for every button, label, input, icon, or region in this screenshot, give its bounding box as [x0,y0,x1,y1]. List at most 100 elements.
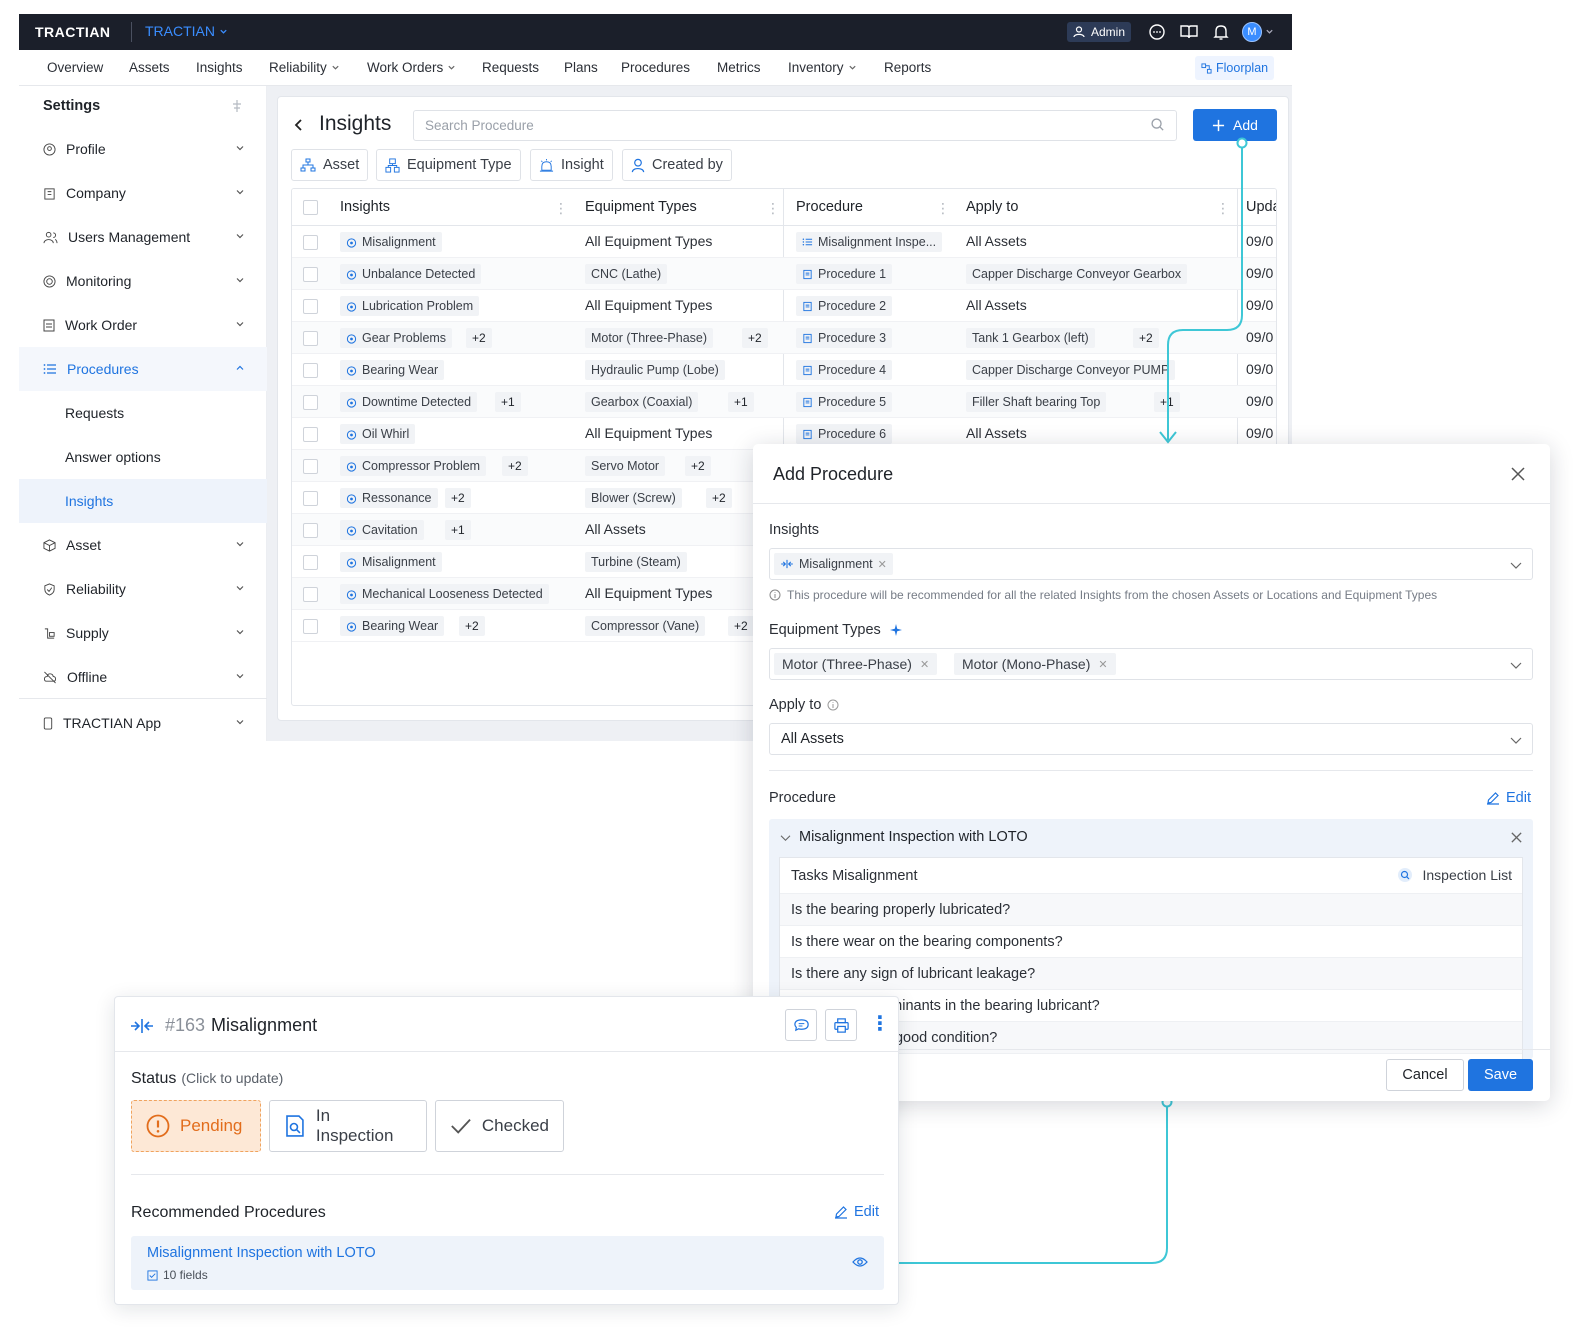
row-checkbox[interactable] [303,491,318,506]
cancel-button[interactable]: Cancel [1386,1059,1464,1091]
nav-procedures[interactable]: Procedures [621,60,690,75]
equipment-type-tag[interactable]: CNC (Lathe) [585,264,668,284]
sidebar-item-company[interactable]: Company [19,171,267,215]
row-checkbox[interactable] [303,299,318,314]
insight-tag[interactable]: Cavitation [340,520,424,540]
filter-insight[interactable]: Insight [530,149,613,181]
nav-overview[interactable]: Overview [47,60,103,75]
status-checked-button[interactable]: Checked [435,1100,564,1152]
recommended-procedure-item[interactable]: Misalignment Inspection with LOTO 10 fie… [131,1236,884,1290]
more-count-badge[interactable]: +1 [445,520,471,540]
back-arrow-icon[interactable] [291,117,307,133]
column-menu-icon[interactable]: ⋮ [1216,200,1230,217]
row-checkbox[interactable] [303,459,318,474]
table-row[interactable]: Bearing Wear Hydraulic Pump (Lobe) Procedu… [292,354,1276,386]
insight-tag[interactable]: Bearing Wear [340,616,445,636]
admin-button[interactable]: Admin [1067,22,1132,42]
add-button[interactable]: Add [1193,109,1277,141]
remove-chip-icon[interactable]: ✕ [1098,658,1107,671]
insight-tag[interactable]: Misalignment [340,232,442,252]
insight-chip[interactable]: Misalignment ✕ [774,553,893,575]
insight-tag[interactable]: Downtime Detected [340,392,478,412]
table-row[interactable]: Misalignment All Equipment Types Misalignm… [292,226,1276,258]
insight-tag[interactable]: Mechanical Looseness Detected [340,584,549,604]
sidebar-item-monitoring[interactable]: Monitoring [19,259,267,303]
procedure-tag[interactable]: Misalignment Inspe... [796,232,943,252]
insight-tag[interactable]: Compressor Problem [340,456,487,476]
chat-icon[interactable] [1147,22,1167,42]
more-count-badge[interactable]: +2 [742,328,768,348]
task-row[interactable]: Is the bearing properly lubricated? [780,894,1522,926]
status-in-inspection-button[interactable]: In Inspection [269,1100,427,1152]
nav-assets[interactable]: Assets [129,60,170,75]
more-count-badge[interactable]: +2 [728,616,754,636]
comments-button[interactable] [785,1009,817,1041]
column-header-insights[interactable]: Insights [340,189,390,226]
equipment-chip[interactable]: Motor (Mono-Phase) ✕ [954,653,1116,675]
row-checkbox[interactable] [303,235,318,250]
floorplan-button[interactable]: Floorplan [1195,56,1275,80]
book-icon[interactable] [1179,22,1199,42]
row-checkbox[interactable] [303,555,318,570]
save-button[interactable]: Save [1468,1059,1533,1091]
more-count-badge[interactable]: +2 [459,616,485,636]
insight-tag[interactable]: Lubrication Problem [340,296,480,316]
filter-created-by[interactable]: Created by [622,149,732,181]
column-header-procedure[interactable]: Procedure [796,189,863,226]
sidebar-item-reliability[interactable]: Reliability [19,567,267,611]
table-row[interactable]: Downtime Detected +1 Gearbox (Coaxial) +1 Pr… [292,386,1276,418]
insight-tag[interactable]: Ressonance [340,488,438,508]
sidebar-item-answer-options[interactable]: Answer options [19,435,267,479]
close-icon[interactable] [1510,831,1523,844]
more-count-badge[interactable]: +2 [445,488,471,508]
nav-reports[interactable]: Reports [884,60,931,75]
sidebar-item-asset[interactable]: Asset [19,523,267,567]
sidebar-item-supply[interactable]: Supply [19,611,267,655]
table-row[interactable]: Gear Problems +2 Motor (Three-Phase) +2 Proc… [292,322,1276,354]
task-row[interactable]: Is there any sign of lubricant leakage? [780,958,1522,990]
more-count-badge[interactable]: +1 [728,392,754,412]
row-checkbox[interactable] [303,267,318,282]
more-count-badge[interactable]: +2 [466,328,492,348]
bell-icon[interactable] [1211,22,1231,42]
column-header-updated[interactable]: Upda [1246,189,1276,226]
sidebar-item-tractian-app[interactable]: TRACTIAN App [19,701,267,745]
more-count-badge[interactable]: +1 [495,392,521,412]
insight-tag[interactable]: Oil Whirl [340,424,416,444]
sidebar-item-insights[interactable]: Insights [19,479,267,523]
filter-equipment-type[interactable]: Equipment Type [376,149,521,181]
insight-tag[interactable]: Gear Problems [340,328,453,348]
sidebar-item-profile[interactable]: Profile [19,127,267,171]
task-row[interactable]: Is there wear on the bearing components? [780,926,1522,958]
org-switcher[interactable]: TRACTIAN [145,23,228,39]
column-menu-icon[interactable]: ⋮ [554,200,568,217]
row-checkbox[interactable] [303,331,318,346]
equipment-type-tag[interactable]: Servo Motor [585,456,666,476]
more-count-badge[interactable]: +2 [502,456,528,476]
procedure-tag[interactable]: Procedure 5 [796,392,893,412]
equipment-types-select[interactable]: Motor (Three-Phase) ✕ Motor (Mono-Phase)… [769,648,1533,680]
chevron-down-icon[interactable] [1265,27,1274,36]
equipment-type-tag[interactable]: Motor (Three-Phase) [585,328,714,348]
nav-metrics[interactable]: Metrics [717,60,761,75]
nav-plans[interactable]: Plans [564,60,598,75]
nav-requests[interactable]: Requests [482,60,539,75]
table-row[interactable]: Lubrication Problem All Equipment Types Pr… [292,290,1276,322]
equipment-type-tag[interactable]: Hydraulic Pump (Lobe) [585,360,725,380]
insight-tag[interactable]: Misalignment [340,552,442,572]
sidebar-item-users-management[interactable]: Users Management [19,215,267,259]
insight-tag[interactable]: Unbalance Detected [340,264,482,284]
equipment-type-tag[interactable]: Blower (Screw) [585,488,682,508]
row-checkbox[interactable] [303,427,318,442]
procedure-tag[interactable]: Procedure 1 [796,264,893,284]
status-pending-button[interactable]: Pending [131,1100,261,1152]
row-checkbox[interactable] [303,619,318,634]
apply-to-select[interactable]: All Assets [769,723,1533,755]
search-input[interactable]: Search Procedure [413,110,1177,141]
equipment-chip[interactable]: Motor (Three-Phase) ✕ [774,653,938,675]
apply-to-tag[interactable]: Tank 1 Gearbox (left) [966,328,1095,348]
apply-to-tag[interactable]: Filler Shaft bearing Top [966,392,1107,412]
remove-chip-icon[interactable]: ✕ [878,558,887,571]
apply-to-tag[interactable]: Capper Discharge Conveyor PUMP [966,360,1176,380]
row-checkbox[interactable] [303,363,318,378]
